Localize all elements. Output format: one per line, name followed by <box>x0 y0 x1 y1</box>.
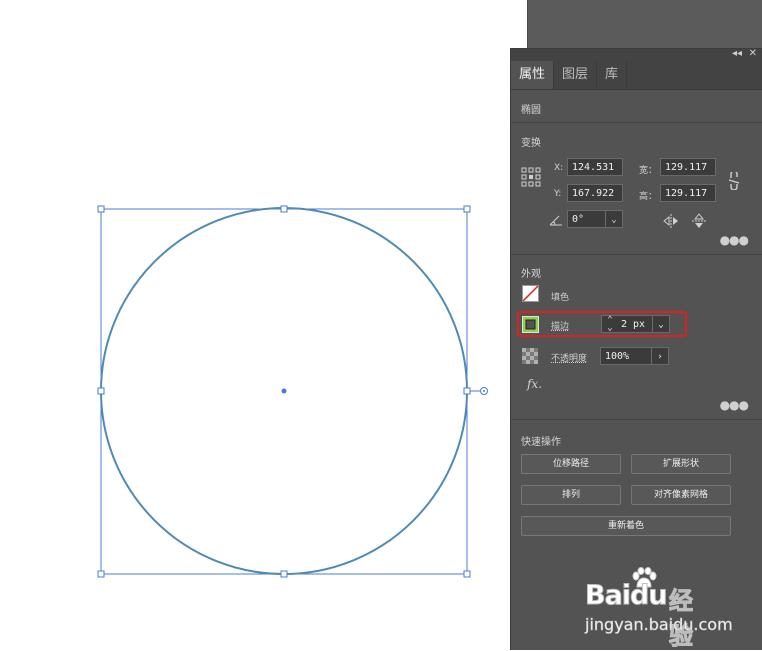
chevron-down-icon[interactable]: ⌄ <box>652 316 669 332</box>
properties-panel: ◂◂ ✕ 属性 图层 库 椭圆 变换 X: 124.531 Y: 167.922… <box>510 48 762 650</box>
stroke-weight-field[interactable]: ⌃ ⌄ 2 px ⌄ <box>601 315 670 333</box>
reference-point-icon[interactable] <box>521 167 541 187</box>
quick-actions-title: 快速操作 <box>521 437 561 448</box>
object-type-section: 椭圆 <box>511 90 762 123</box>
fx-icon[interactable]: fx. <box>527 377 542 391</box>
watermark-url: jingyan.baidu.com <box>585 615 733 635</box>
more-options-icon[interactable]: ●●● <box>720 398 749 412</box>
flip-vertical-icon[interactable] <box>692 213 706 229</box>
angle-icon <box>549 215 562 226</box>
appearance-section: 外观 填色 描边 ⌃ ⌄ 2 px ⌄ 不透明度 100% › fx. ●●● <box>511 255 762 420</box>
x-field[interactable]: 124.531 <box>567 158 623 176</box>
y-label: Y: <box>554 189 562 199</box>
workspace-background <box>527 0 762 48</box>
transform-title: 变换 <box>521 138 541 149</box>
center-point <box>281 388 287 394</box>
height-label: 高： <box>639 192 658 202</box>
opacity-checker-icon <box>522 348 538 364</box>
constrain-proportions-icon[interactable] <box>727 172 741 190</box>
flip-horizontal-icon[interactable] <box>663 214 679 228</box>
width-label: 宽： <box>639 166 658 176</box>
height-field[interactable]: 129.117 <box>660 184 716 202</box>
double-chevron-left-icon[interactable]: ◂◂ <box>732 47 742 61</box>
arrange-button[interactable]: 排列 <box>521 485 621 505</box>
recolor-button[interactable]: 重新着色 <box>521 516 731 536</box>
close-icon[interactable]: ✕ <box>749 47 757 61</box>
chevron-right-icon[interactable]: › <box>651 348 668 364</box>
width-field[interactable]: 129.117 <box>660 158 716 176</box>
panel-title-bar[interactable]: ◂◂ ✕ <box>511 47 762 61</box>
quick-actions-section: 快速操作 位移路径 扩展形状 排列 对齐像素网格 重新着色 <box>511 420 762 570</box>
angle-field[interactable]: 0° ⌄ <box>567 210 623 228</box>
panel-tabs: 属性 图层 库 <box>511 61 762 90</box>
watermark-brand: Baidu <box>585 580 669 612</box>
offset-path-button[interactable]: 位移路径 <box>521 454 621 474</box>
expand-shape-button[interactable]: 扩展形状 <box>631 454 731 474</box>
opacity-field[interactable]: 100% › <box>600 347 669 365</box>
tab-layers[interactable]: 图层 <box>554 61 598 89</box>
chevron-down-icon[interactable]: ⌄ <box>605 211 622 227</box>
transform-section: 变换 X: 124.531 Y: 167.922 宽： 129.117 高： 1… <box>511 123 762 255</box>
tab-properties[interactable]: 属性 <box>511 61 555 89</box>
fill-swatch-none-icon[interactable] <box>522 285 539 302</box>
opacity-label[interactable]: 不透明度 <box>551 351 587 364</box>
angle-value: 0° <box>572 214 585 225</box>
appearance-title: 外观 <box>521 269 541 280</box>
x-label: X: <box>554 163 564 173</box>
more-options-icon[interactable]: ●●● <box>720 233 749 247</box>
stroke-stepper-icon[interactable]: ⌃ ⌄ <box>604 316 616 333</box>
stroke-weight-value: 2 px <box>621 319 646 330</box>
artboard-canvas[interactable] <box>0 0 510 650</box>
align-pixel-grid-button[interactable]: 对齐像素网格 <box>631 485 731 505</box>
object-type-label: 椭圆 <box>521 105 541 116</box>
opacity-value: 100% <box>605 351 630 362</box>
stroke-label[interactable]: 描边 <box>551 319 569 332</box>
y-field[interactable]: 167.922 <box>567 184 623 202</box>
stroke-swatch-icon[interactable] <box>522 316 539 333</box>
tab-libraries[interactable]: 库 <box>597 61 628 89</box>
fill-label: 填色 <box>551 293 570 303</box>
